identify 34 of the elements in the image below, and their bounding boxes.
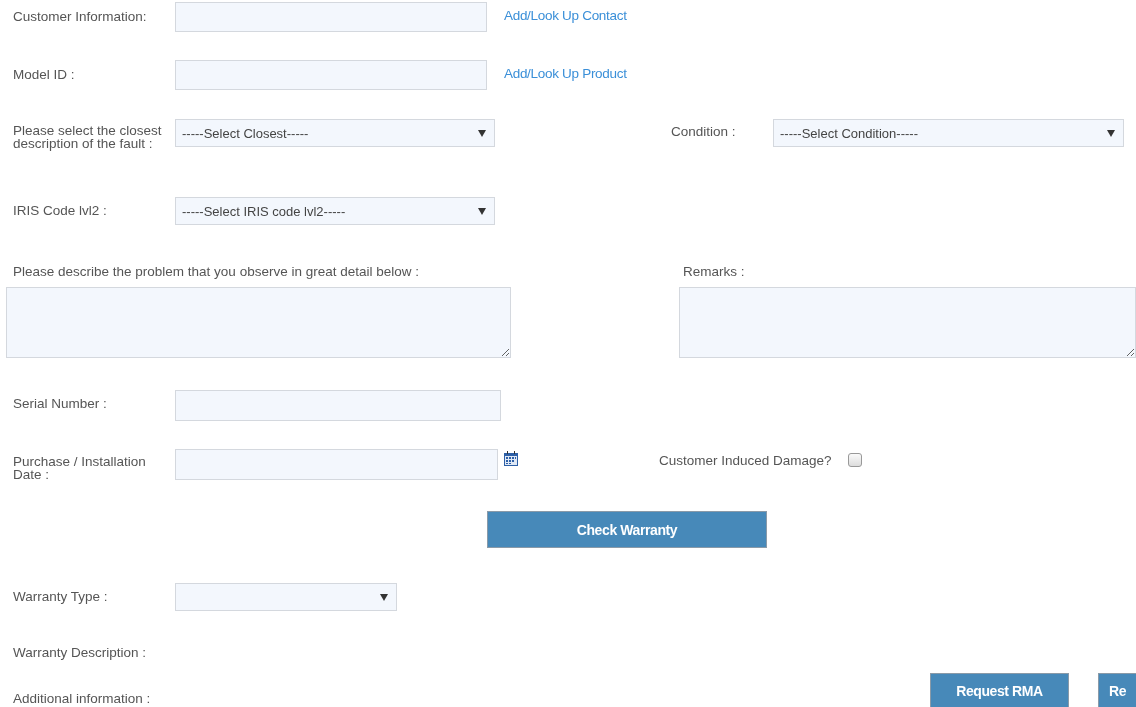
purchase-date-field[interactable]	[175, 449, 498, 480]
model-id-field[interactable]	[175, 60, 487, 90]
serial-number-field[interactable]	[175, 390, 501, 421]
field-label: Serial Number :	[12, 395, 108, 410]
customer-information-field[interactable]	[175, 2, 487, 32]
field-label: Condition :	[671, 123, 737, 138]
field-label: Additional information :	[12, 690, 151, 705]
field-label: IRIS Code lvl2 :	[12, 202, 108, 217]
request-rma-button[interactable]: Request RMA	[930, 673, 1069, 707]
iris-code-dropdown[interactable]: -----Select IRIS code lvl2-----	[175, 197, 495, 225]
caret-icon	[478, 207, 486, 215]
caret-icon	[1107, 129, 1115, 137]
add-contact-link[interactable]: Add/Look Up Contact	[504, 8, 627, 23]
caret-icon	[478, 129, 486, 137]
add-product-link[interactable]: Add/Look Up Product	[504, 66, 627, 81]
remarks-field[interactable]	[678, 287, 1136, 358]
field-label: Warranty Type :	[12, 588, 109, 603]
condition-dropdown[interactable]: -----Select Condition-----	[773, 119, 1124, 147]
check-warranty-button[interactable]: Check Warranty	[487, 511, 767, 548]
field-label: Customer Induced Damage?	[659, 453, 832, 468]
caret-icon	[380, 593, 388, 601]
field-label: Model ID :	[12, 66, 76, 81]
field-label: Customer Information:	[12, 8, 148, 23]
field-label: Remarks :	[683, 265, 745, 278]
field-label: Purchase / Installation Date :	[12, 453, 147, 481]
customer-induced-damage-checkbox[interactable]	[847, 453, 862, 467]
fault-dropdown[interactable]: -----Select Closest-----	[175, 119, 495, 147]
field-label: Please select the closest description of the fault :	[12, 122, 163, 150]
problem-description-field[interactable]	[6, 287, 511, 358]
calendar-icon[interactable]	[503, 451, 519, 467]
warranty-type-dropdown[interactable]	[175, 583, 397, 611]
field-label: Please describe the problem that you observe in great detail below :	[12, 265, 419, 278]
field-label: Warranty Description :	[12, 646, 147, 659]
partial-button[interactable]: Re	[1098, 673, 1136, 707]
